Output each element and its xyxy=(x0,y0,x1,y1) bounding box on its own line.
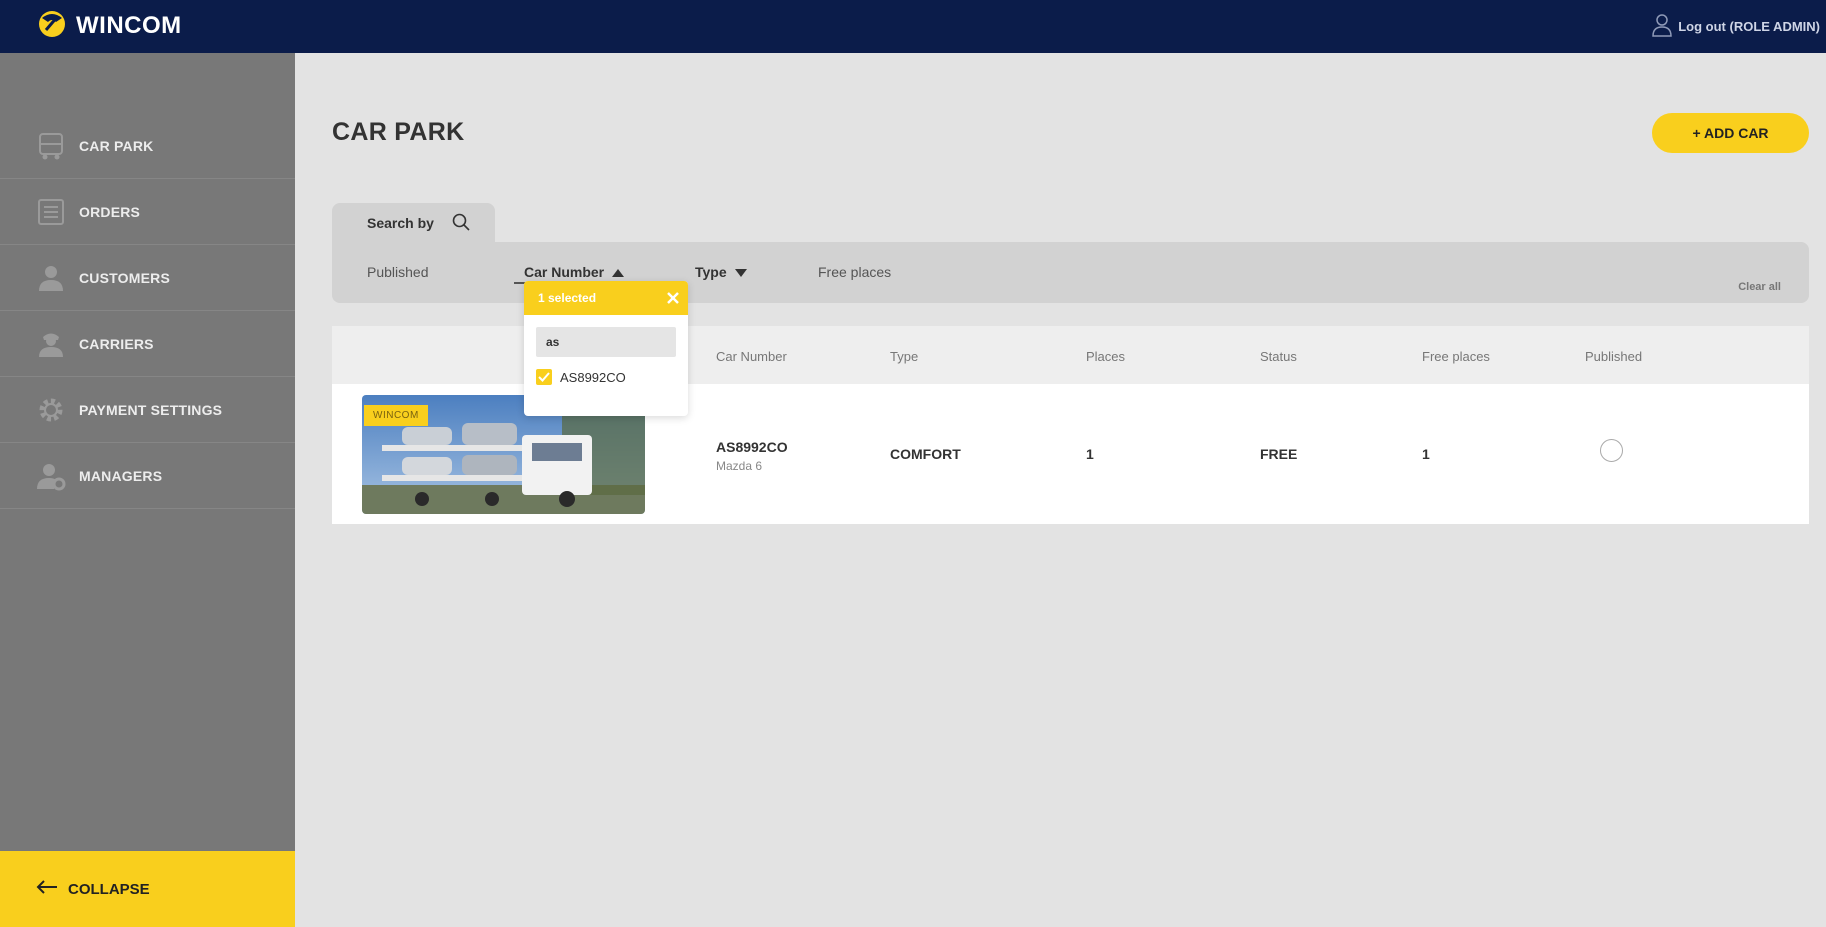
column-header-free-places[interactable]: Free places xyxy=(1422,349,1490,364)
logout-button[interactable]: Log out (ROLE ADMIN) xyxy=(1652,12,1820,40)
sidebar-item-carriers[interactable]: CARRIERS xyxy=(0,311,295,377)
filter-published[interactable]: Published xyxy=(367,264,429,280)
page-title: CAR PARK xyxy=(332,118,465,146)
column-header-places[interactable]: Places xyxy=(1086,349,1125,364)
user-icon xyxy=(1652,13,1672,40)
filter-label: Car Number xyxy=(524,264,605,280)
sidebar-item-label: CUSTOMERS xyxy=(79,269,170,286)
option-label: AS8992CO xyxy=(560,369,626,385)
brand-name: WINCOM xyxy=(76,12,182,39)
close-icon[interactable] xyxy=(666,291,680,305)
clear-all-link[interactable]: Clear all xyxy=(1738,281,1781,293)
dropdown-header: 1 selected xyxy=(524,281,688,315)
sidebar-item-label: MANAGERS xyxy=(79,467,163,484)
filter-type[interactable]: Type xyxy=(695,264,747,280)
sidebar: CAR PARK ORDERS CUSTOMERS CARRIERS PAYME… xyxy=(0,53,295,927)
customer-icon xyxy=(36,263,66,293)
cell-free-places: 1 xyxy=(1422,446,1430,462)
filter-label: Free places xyxy=(818,264,892,280)
sidebar-item-customers[interactable]: CUSTOMERS xyxy=(0,245,295,311)
manager-icon xyxy=(36,461,66,491)
sidebar-nav: CAR PARK ORDERS CUSTOMERS CARRIERS PAYME… xyxy=(0,113,295,509)
sidebar-item-orders[interactable]: ORDERS xyxy=(0,179,295,245)
filter-label: Type xyxy=(695,264,727,280)
column-header-published[interactable]: Published xyxy=(1585,349,1642,364)
dropdown-option[interactable]: AS8992CO xyxy=(536,369,626,385)
top-bar: WINCOM Log out (ROLE ADMIN) xyxy=(0,0,1826,53)
cell-status: FREE xyxy=(1260,446,1298,462)
search-icon xyxy=(452,213,470,234)
search-tab-label: Search by xyxy=(367,215,434,231)
column-header-status[interactable]: Status xyxy=(1260,349,1297,364)
sidebar-item-label: ORDERS xyxy=(79,203,141,220)
caret-up-icon xyxy=(612,264,625,280)
sidebar-item-payment-settings[interactable]: PAYMENT SETTINGS xyxy=(0,377,295,443)
cell-type: COMFORT xyxy=(890,446,961,462)
sidebar-item-label: CARRIERS xyxy=(79,335,154,352)
sidebar-item-car-park[interactable]: CAR PARK xyxy=(0,113,295,179)
logo[interactable]: WINCOM xyxy=(36,8,182,44)
filter-label: Published xyxy=(367,264,429,280)
gear-icon xyxy=(36,395,66,425)
cell-car-number: AS8992CO xyxy=(716,439,788,455)
checkbox-checked-icon[interactable] xyxy=(536,369,552,385)
truck-icon xyxy=(36,131,66,161)
published-radio[interactable] xyxy=(1600,439,1623,462)
orders-icon xyxy=(36,197,66,227)
selected-count: 1 selected xyxy=(538,291,597,305)
filter-car-number[interactable]: Car Number xyxy=(524,264,625,280)
cell-places: 1 xyxy=(1086,446,1094,462)
filter-free-places[interactable]: Free places xyxy=(818,264,891,280)
collapse-button[interactable]: COLLAPSE xyxy=(0,851,295,927)
collapse-label: COLLAPSE xyxy=(68,880,150,898)
sidebar-item-managers[interactable]: MANAGERS xyxy=(0,443,295,509)
search-tab[interactable]: Search by xyxy=(332,203,495,243)
dropdown-search-input[interactable] xyxy=(536,327,676,357)
sidebar-item-label: PAYMENT SETTINGS xyxy=(79,401,223,418)
arrow-left-icon xyxy=(36,879,58,899)
carrier-icon xyxy=(36,329,66,359)
cell-car-model: Mazda 6 xyxy=(716,459,763,473)
caret-down-icon xyxy=(734,264,747,280)
car-number-dropdown: 1 selected AS8992CO xyxy=(524,281,688,416)
sidebar-item-label: CAR PARK xyxy=(79,137,154,154)
logo-icon xyxy=(36,8,68,45)
brand-badge: WINCOM xyxy=(364,405,428,426)
logout-label: Log out (ROLE ADMIN) xyxy=(1678,18,1820,34)
add-car-button[interactable]: + ADD CAR xyxy=(1652,113,1809,153)
column-header-type[interactable]: Type xyxy=(890,349,918,364)
column-header-car-number[interactable]: Car Number xyxy=(716,349,787,364)
